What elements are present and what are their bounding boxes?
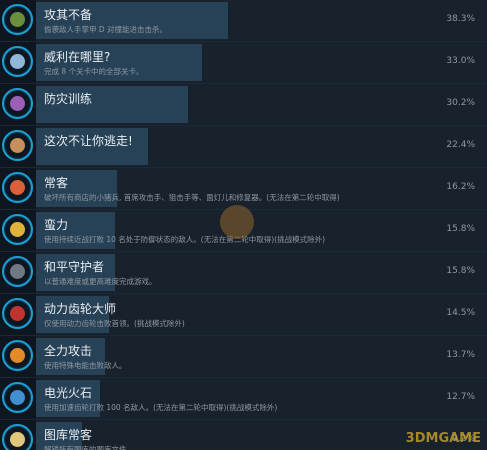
unlock-percent: 13.7% bbox=[446, 350, 475, 360]
achievement-title: 蛮力 bbox=[44, 218, 69, 232]
achievement-badge-icon bbox=[2, 298, 33, 329]
achievement-icon-frame bbox=[0, 420, 36, 450]
achievement-icon-frame bbox=[0, 84, 36, 125]
achievement-icon-frame bbox=[0, 126, 36, 167]
achievement-row[interactable]: 动力齿轮大师仅使用动力齿轮击败首领。(挑战模式除外) 14.5% bbox=[0, 294, 487, 335]
achievement-title: 电光火石 bbox=[44, 386, 93, 400]
achievement-title: 常客 bbox=[44, 176, 69, 190]
unlock-percent: 14.5% bbox=[446, 308, 475, 318]
achievement-title: 威利在哪里? bbox=[44, 50, 111, 64]
achievement-badge-icon bbox=[2, 340, 33, 371]
unlock-percent: 38.3% bbox=[446, 14, 475, 24]
unlock-percent: 22.4% bbox=[446, 140, 475, 150]
achievement-row[interactable]: 常客破坏所有商店的小猪兵, 首席攻击手、狙击手等、面灯儿和修复器。(无法在第二轮… bbox=[0, 168, 487, 209]
achievement-title: 图库常客 bbox=[44, 428, 93, 442]
achievement-icon-frame bbox=[0, 210, 36, 251]
achievement-badge-icon bbox=[2, 214, 33, 245]
achievement-description: 完成 8 个关卡中的全部关卡。 bbox=[44, 67, 144, 76]
achievement-badge-icon bbox=[2, 4, 33, 35]
achievement-row[interactable]: 电光火石使用加速齿轮打败 100 名敌人。(无法在第二轮中取得)(挑战模式除外)… bbox=[0, 378, 487, 419]
unlock-percent: 15.8% bbox=[446, 224, 475, 234]
achievement-icon-frame bbox=[0, 378, 36, 419]
achievement-badge-icon bbox=[2, 256, 33, 287]
achievement-badge-icon bbox=[2, 172, 33, 203]
achievement-row[interactable]: 威利在哪里? 完成 8 个关卡中的全部关卡。 33.0% bbox=[0, 42, 487, 83]
achievement-title: 和平守护者 bbox=[44, 260, 105, 274]
achievement-badge-icon bbox=[2, 88, 33, 119]
achievement-icon-frame bbox=[0, 294, 36, 335]
achievement-description: 偷袭敌人手掌甲 D 对撞能进击击杀。 bbox=[44, 25, 168, 34]
achievement-title: 攻其不备 bbox=[44, 8, 93, 22]
unlock-percent: 16.2% bbox=[446, 182, 475, 192]
watermark: 3DMGAME bbox=[405, 431, 481, 446]
achievement-row[interactable]: 攻其不备偷袭敌人手掌甲 D 对撞能进击击杀。 38.3% bbox=[0, 0, 487, 41]
achievement-icon-frame bbox=[0, 0, 36, 41]
achievement-icon-frame bbox=[0, 42, 36, 83]
achievement-badge-icon bbox=[2, 46, 33, 77]
achievement-description: 使用加速齿轮打败 100 名敌人。(无法在第二轮中取得)(挑战模式除外) bbox=[44, 403, 278, 412]
unlock-percent: 12.7% bbox=[446, 392, 475, 402]
achievement-description: 使用持续近战打败 10 名处于防御状态的敌人。(无法在第二轮中取得)(挑战模式除… bbox=[44, 235, 326, 244]
achievement-title: 防灾训练 bbox=[44, 92, 93, 106]
unlock-percent: 15.8% bbox=[446, 266, 475, 276]
achievement-title: 动力齿轮大师 bbox=[44, 302, 117, 316]
watermark-logo-icon bbox=[220, 205, 254, 239]
achievement-description: 以普通难度或更高难度完成游戏。 bbox=[44, 277, 157, 286]
achievement-description: 使用特殊电能击败敌人。 bbox=[44, 361, 127, 370]
achievement-title: 这次不让你逃走! bbox=[44, 134, 133, 148]
achievement-row[interactable]: 和平守护者以普通难度或更高难度完成游戏。 15.8% bbox=[0, 252, 487, 293]
achievement-description: 解锁所有图库的图库文件。 bbox=[44, 445, 134, 450]
achievement-badge-icon bbox=[2, 424, 33, 450]
achievement-description: 仅使用动力齿轮击败首领。(挑战模式除外) bbox=[44, 319, 185, 328]
achievement-row[interactable]: 这次不让你逃走! 22.4% bbox=[0, 126, 487, 167]
achievement-badge-icon bbox=[2, 130, 33, 161]
achievement-description: 破坏所有商店的小猪兵, 首席攻击手、狙击手等、面灯儿和修复器。(无法在第二轮中取… bbox=[44, 193, 340, 202]
unlock-percent: 30.2% bbox=[446, 98, 475, 108]
achievement-icon-frame bbox=[0, 252, 36, 293]
achievement-badge-icon bbox=[2, 382, 33, 413]
achievement-row[interactable]: 全力攻击使用特殊电能击败敌人。 13.7% bbox=[0, 336, 487, 377]
unlock-percent: 33.0% bbox=[446, 56, 475, 66]
achievement-row[interactable]: 防灾训练 30.2% bbox=[0, 84, 487, 125]
achievement-icon-frame bbox=[0, 336, 36, 377]
achievement-icon-frame bbox=[0, 168, 36, 209]
achievement-title: 全力攻击 bbox=[44, 344, 93, 358]
